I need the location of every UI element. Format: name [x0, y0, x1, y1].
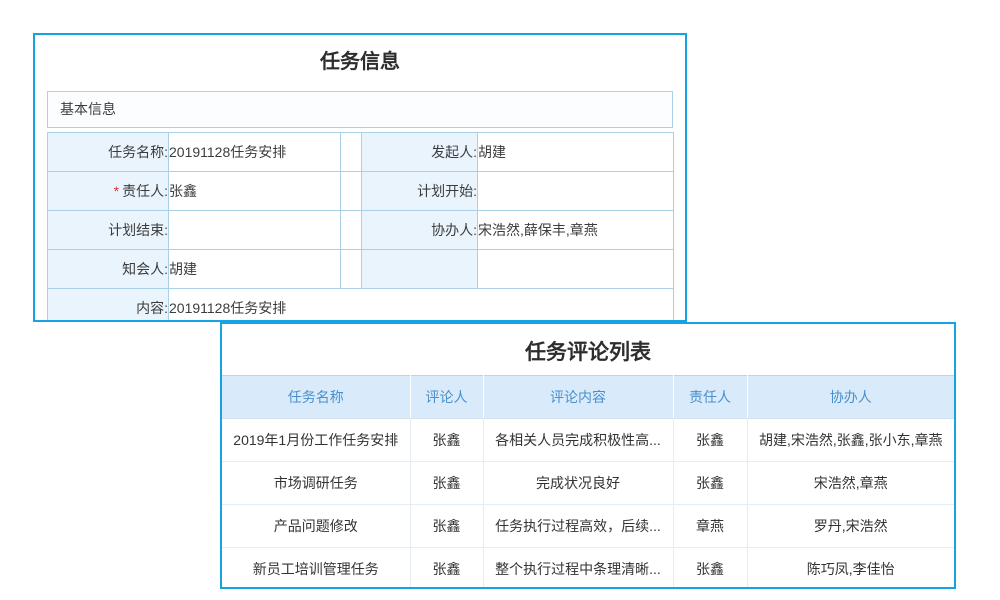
coorganizer-cell: 罗丹,宋浩然	[747, 505, 954, 548]
coorganizer-cell: 陈巧凤,李佳怡	[747, 548, 954, 590]
plan-start-label: 计划开始:	[362, 172, 478, 211]
owner-label-text: 责任人:	[122, 183, 168, 199]
comment-list-title: 任务评论列表	[222, 324, 954, 367]
coorganizer-label: 协办人:	[362, 211, 478, 250]
owner-label: *责任人:	[48, 172, 169, 211]
form-row-name-initiator: 任务名称: 20191128任务安排 发起人: 胡建	[48, 133, 674, 172]
task-name-link[interactable]: 市场调研任务	[222, 462, 410, 505]
task-comment-list-panel: 任务评论列表 任务名称 评论人 评论内容 责任人 协办人 2019年1月份工作任…	[220, 322, 956, 589]
required-asterisk: *	[114, 183, 119, 199]
task-name-link[interactable]: 产品问题修改	[222, 505, 410, 548]
empty-label-cell	[362, 250, 478, 289]
comment-row: 2019年1月份工作任务安排 张鑫 各相关人员完成积极性高... 张鑫 胡建,宋…	[222, 419, 954, 462]
task-info-panel: 任务信息 基本信息 任务名称: 20191128任务安排 发起人: 胡建 *责任…	[33, 33, 687, 322]
commenter-link[interactable]: 张鑫	[410, 462, 483, 505]
task-info-title: 任务信息	[35, 35, 685, 76]
initiator-label: 发起人:	[362, 133, 478, 172]
comment-content-cell: 任务执行过程高效，后续...	[483, 505, 673, 548]
informed-label: 知会人:	[48, 250, 169, 289]
col-header-coorganizer: 协办人	[747, 376, 954, 419]
owner-value: 张鑫	[169, 172, 341, 211]
comment-table-header-row: 任务名称 评论人 评论内容 责任人 协办人	[222, 376, 954, 419]
content-value: 20191128任务安排	[169, 289, 674, 323]
plan-end-label: 计划结束:	[48, 211, 169, 250]
comment-row: 新员工培训管理任务 张鑫 整个执行过程中条理清晰... 张鑫 陈巧凤,李佳怡	[222, 548, 954, 590]
comment-content-cell: 各相关人员完成积极性高...	[483, 419, 673, 462]
plan-start-value	[478, 172, 674, 211]
task-name-link[interactable]: 新员工培训管理任务	[222, 548, 410, 590]
owner-link[interactable]: 张鑫	[673, 462, 747, 505]
task-info-form: 任务名称: 20191128任务安排 发起人: 胡建 *责任人: 张鑫 计划开始…	[47, 132, 674, 322]
coorganizer-cell: 宋浩然,章燕	[747, 462, 954, 505]
col-header-task-name: 任务名称	[222, 376, 410, 419]
task-name-value: 20191128任务安排	[169, 133, 341, 172]
form-row-owner-start: *责任人: 张鑫 计划开始:	[48, 172, 674, 211]
coorganizer-cell: 胡建,宋浩然,张鑫,张小东,章燕	[747, 419, 954, 462]
form-row-informed: 知会人: 胡建	[48, 250, 674, 289]
form-row-content: 内容: 20191128任务安排	[48, 289, 674, 323]
form-spacer	[341, 211, 362, 250]
form-spacer	[341, 133, 362, 172]
comment-content-cell: 完成状况良好	[483, 462, 673, 505]
comment-content-cell: 整个执行过程中条理清晰...	[483, 548, 673, 590]
empty-value-cell	[478, 250, 674, 289]
comment-row: 市场调研任务 张鑫 完成状况良好 张鑫 宋浩然,章燕	[222, 462, 954, 505]
form-spacer	[341, 172, 362, 211]
form-spacer	[341, 250, 362, 289]
content-label: 内容:	[48, 289, 169, 323]
commenter-link[interactable]: 张鑫	[410, 419, 483, 462]
commenter-link[interactable]: 张鑫	[410, 505, 483, 548]
basic-info-section-header: 基本信息	[47, 91, 673, 128]
owner-link[interactable]: 张鑫	[673, 419, 747, 462]
commenter-link[interactable]: 张鑫	[410, 548, 483, 590]
coorganizer-value: 宋浩然,薛保丰,章燕	[478, 211, 674, 250]
informed-value: 胡建	[169, 250, 341, 289]
form-row-end-coorganizer: 计划结束: 协办人: 宋浩然,薛保丰,章燕	[48, 211, 674, 250]
comment-row: 产品问题修改 张鑫 任务执行过程高效，后续... 章燕 罗丹,宋浩然	[222, 505, 954, 548]
col-header-commenter: 评论人	[410, 376, 483, 419]
owner-link[interactable]: 张鑫	[673, 548, 747, 590]
comment-table: 任务名称 评论人 评论内容 责任人 协办人 2019年1月份工作任务安排 张鑫 …	[222, 375, 954, 589]
col-header-owner: 责任人	[673, 376, 747, 419]
task-name-link[interactable]: 2019年1月份工作任务安排	[222, 419, 410, 462]
task-name-label: 任务名称:	[48, 133, 169, 172]
initiator-value: 胡建	[478, 133, 674, 172]
plan-end-value	[169, 211, 341, 250]
col-header-comment-content: 评论内容	[483, 376, 673, 419]
owner-link[interactable]: 章燕	[673, 505, 747, 548]
